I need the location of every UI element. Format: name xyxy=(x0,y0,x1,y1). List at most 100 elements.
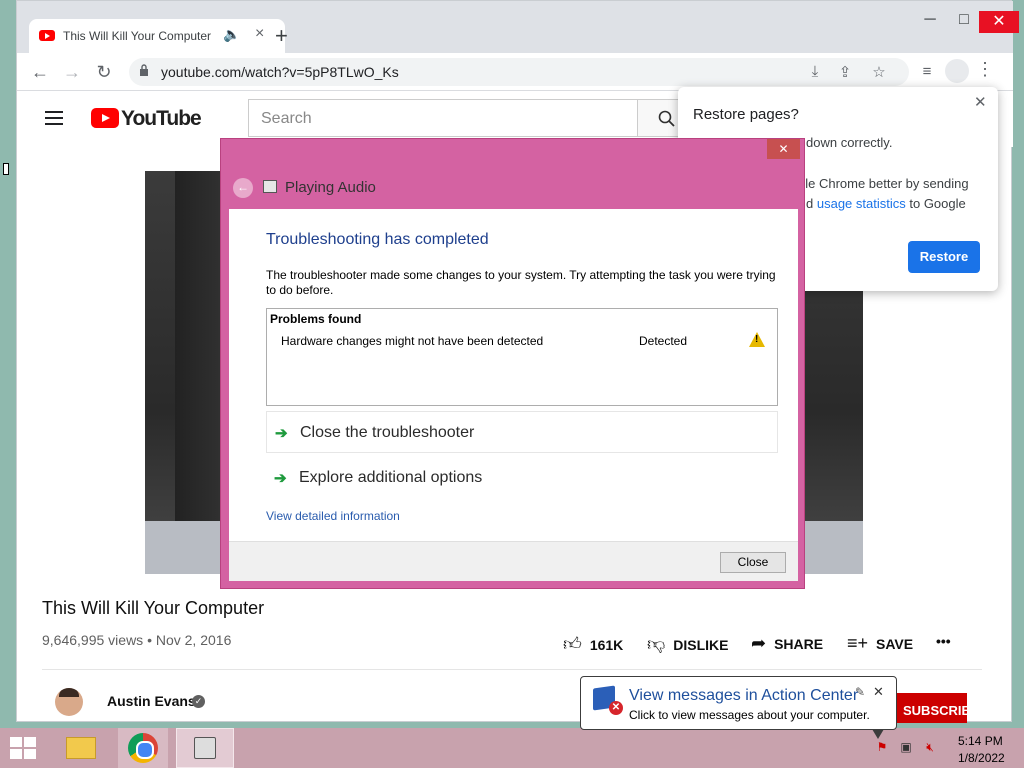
minimize-button[interactable]: ─ xyxy=(913,11,947,33)
tab-close-icon[interactable]: × xyxy=(255,25,264,43)
dislike-button[interactable]: 👎︎ DISLIKE xyxy=(647,633,729,655)
url-text: youtube.com/watch?v=5pP8TLwO_Ks xyxy=(161,64,399,80)
network-icon[interactable]: ▣ xyxy=(898,740,914,756)
address-bar[interactable]: youtube.com/watch?v=5pP8TLwO_Ks ⤓ ⇪ ☆ xyxy=(129,58,909,86)
close-troubleshooter-option[interactable]: ➔ Close the troubleshooter xyxy=(266,411,778,453)
restore-line-3: d usage statistics to Google xyxy=(806,196,966,211)
media-control-icon[interactable]: ≡ xyxy=(917,63,937,80)
dialog-footer: Close xyxy=(229,541,798,581)
video-title: This Will Kill Your Computer xyxy=(42,598,265,618)
pin-icon[interactable]: ✎ xyxy=(855,685,865,699)
problem-name: Hardware changes might not have been det… xyxy=(281,334,544,348)
green-arrow-icon: ➔ xyxy=(275,425,288,442)
balloon-title: View messages in Action Center xyxy=(629,687,859,704)
divider xyxy=(42,669,982,670)
add-playlist-icon: ≡+ xyxy=(847,633,869,653)
channel-avatar[interactable] xyxy=(55,688,83,716)
thumbs-down-icon: 👎︎ xyxy=(647,634,666,654)
balloon-close-icon[interactable]: ✕ xyxy=(873,684,884,700)
restore-title: Restore pages? xyxy=(693,106,799,123)
problem-status: Detected xyxy=(639,334,688,348)
share-button[interactable]: ➦ SHARE xyxy=(751,633,823,654)
like-count: 161K xyxy=(589,637,624,653)
volume-muted-icon[interactable]: 🔇︎ xyxy=(922,740,938,756)
start-button[interactable] xyxy=(10,737,38,761)
file-explorer-taskbar-button[interactable] xyxy=(58,728,104,768)
channel-name[interactable]: Austin Evans xyxy=(107,693,196,709)
dialog-close-icon[interactable]: ✕ xyxy=(767,139,800,159)
warning-icon xyxy=(749,332,765,347)
restore-line-3-suffix: to Google xyxy=(909,196,966,211)
troubleshooter-icon xyxy=(263,180,277,193)
explore-options-option[interactable]: ➔ Explore additional options xyxy=(266,457,778,499)
window-close-button[interactable]: ✕ xyxy=(979,11,1019,33)
dialog-heading: Troubleshooting has completed xyxy=(266,231,489,248)
youtube-logo-text: YouTube xyxy=(121,107,202,130)
verified-badge-icon: ✓ xyxy=(192,695,205,708)
usage-statistics-link[interactable]: usage statistics xyxy=(817,196,906,211)
chrome-taskbar-button[interactable] xyxy=(118,728,168,768)
error-x-icon: ✕ xyxy=(609,701,623,715)
browser-toolbar: ← → ↻ youtube.com/watch?v=5pP8TLwO_Ks ⤓ … xyxy=(17,53,1013,91)
share-label: SHARE xyxy=(774,636,824,652)
profile-avatar-icon[interactable] xyxy=(945,59,969,83)
forward-icon[interactable]: → xyxy=(59,59,85,85)
troubleshooter-dialog: ✕ ← Playing Audio Troubleshooting has co… xyxy=(220,138,805,589)
search-icon xyxy=(658,110,675,127)
restore-line-2: gle Chrome better by sending xyxy=(798,176,969,191)
troubleshooter-taskbar-button[interactable] xyxy=(176,728,234,768)
youtube-favicon-icon xyxy=(39,30,55,41)
maximize-button[interactable]: □ xyxy=(947,11,981,33)
lock-icon xyxy=(140,64,148,76)
close-button[interactable]: Close xyxy=(720,552,786,573)
reload-icon[interactable]: ↻ xyxy=(91,59,117,85)
save-label: SAVE xyxy=(876,636,914,652)
hamburger-menu-icon[interactable] xyxy=(45,111,63,125)
back-icon[interactable]: ← xyxy=(27,59,53,85)
search-placeholder: Search xyxy=(261,110,312,127)
restore-line-3-prefix: d xyxy=(806,196,814,211)
speaker-icon[interactable]: 🔈 xyxy=(223,26,240,43)
dialog-body: Troubleshooting has completed The troubl… xyxy=(229,209,798,541)
thumbs-up-icon: 👍︎ xyxy=(563,634,582,654)
balloon-pointer xyxy=(872,729,884,739)
bookmark-star-icon[interactable]: ☆ xyxy=(869,63,889,81)
restore-line-1: down correctly. xyxy=(806,135,893,150)
text-cursor-icon xyxy=(3,163,9,175)
subscribe-button[interactable]: SUBSCRIBE xyxy=(891,693,967,723)
dialog-title: Playing Audio xyxy=(285,179,376,196)
tab-title: This Will Kill Your Computer xyxy=(63,29,212,43)
clock-date[interactable]: 1/8/2022 xyxy=(958,751,1005,765)
install-icon[interactable]: ⤓ xyxy=(805,63,825,80)
restore-close-icon[interactable]: ✕ xyxy=(974,93,987,111)
like-button[interactable]: 👍︎ 161K xyxy=(563,633,623,655)
problems-header: Problems found xyxy=(270,312,362,326)
video-views-date: 9,646,995 views • Nov 2, 2016 xyxy=(42,632,232,648)
green-arrow-icon: ➔ xyxy=(274,470,287,487)
action-center-flag-icon[interactable]: ⚑ xyxy=(874,740,890,756)
save-button[interactable]: ≡+ SAVE xyxy=(847,633,913,654)
option-label: Close the troubleshooter xyxy=(300,424,475,441)
browser-tab[interactable]: This Will Kill Your Computer 🔈 × xyxy=(29,19,285,53)
back-arrow-icon[interactable]: ← xyxy=(233,178,253,198)
action-center-balloon[interactable]: ✕ View messages in Action Center Click t… xyxy=(580,676,897,730)
folder-icon xyxy=(66,737,96,759)
share-arrow-icon: ➦ xyxy=(751,633,767,653)
view-details-link[interactable]: View detailed information xyxy=(266,509,400,523)
more-actions-button[interactable]: ••• xyxy=(936,633,951,649)
taskbar: ⚑ ▣ 🔇︎ xyxy=(0,728,1024,768)
dislike-label: DISLIKE xyxy=(673,637,729,653)
clock-time[interactable]: 5:14 PM xyxy=(958,734,1003,748)
new-tab-button[interactable]: + xyxy=(275,23,288,49)
search-input[interactable]: Search xyxy=(248,99,638,137)
chrome-icon xyxy=(128,733,158,763)
troubleshooter-icon xyxy=(194,737,216,759)
option-label: Explore additional options xyxy=(299,469,483,486)
problems-list: Problems found Hardware changes might no… xyxy=(266,308,778,406)
restore-button[interactable]: Restore xyxy=(908,241,980,273)
tab-strip: This Will Kill Your Computer 🔈 × + ─ □ ✕ xyxy=(17,1,1019,53)
dialog-description: The troubleshooter made some changes to … xyxy=(266,268,776,297)
chrome-menu-icon[interactable]: ⋮ xyxy=(975,59,995,80)
share-icon[interactable]: ⇪ xyxy=(835,63,855,81)
balloon-text: Click to view messages about your comput… xyxy=(629,708,870,722)
